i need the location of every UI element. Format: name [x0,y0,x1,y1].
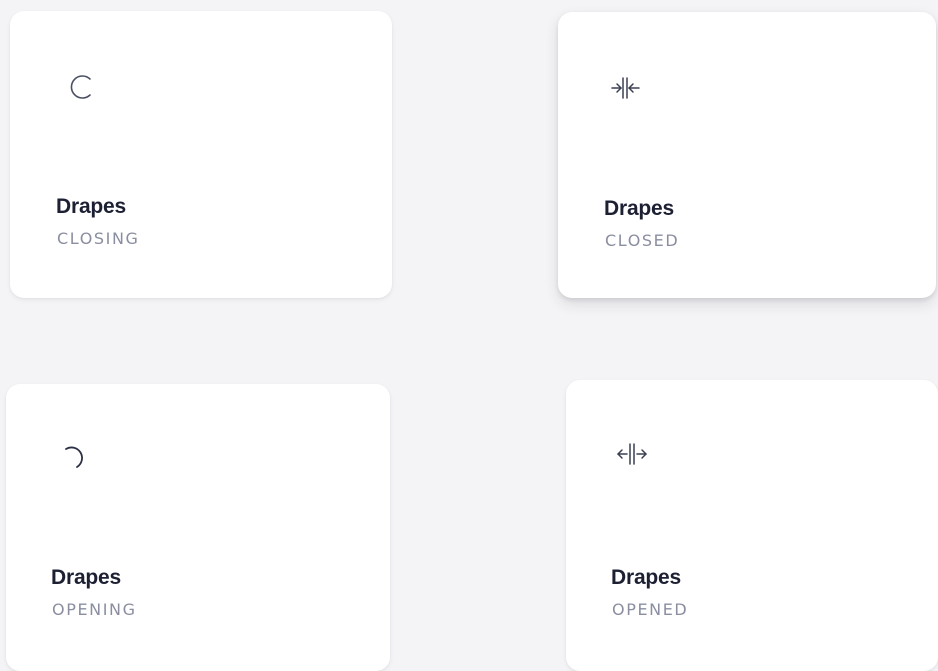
drapes-card-opened[interactable]: Drapes OPENED [566,380,938,671]
device-status: CLOSING [57,229,140,248]
device-name: Drapes [611,566,682,589]
device-status: OPENED [612,600,689,619]
device-name: Drapes [604,197,675,220]
device-status: CLOSED [605,231,680,250]
device-name: Drapes [51,566,122,589]
drapes-card-closing[interactable]: Drapes CLOSING [10,11,392,298]
device-status: OPENING [52,600,137,619]
drapes-opened-icon [612,434,652,474]
drapes-card-closed[interactable]: Drapes CLOSED [558,12,936,298]
spinner-icon [60,67,100,107]
spinner-icon [54,438,94,478]
drapes-closed-icon [606,68,646,108]
device-name: Drapes [56,195,127,218]
drapes-card-opening[interactable]: Drapes OPENING [6,384,390,671]
